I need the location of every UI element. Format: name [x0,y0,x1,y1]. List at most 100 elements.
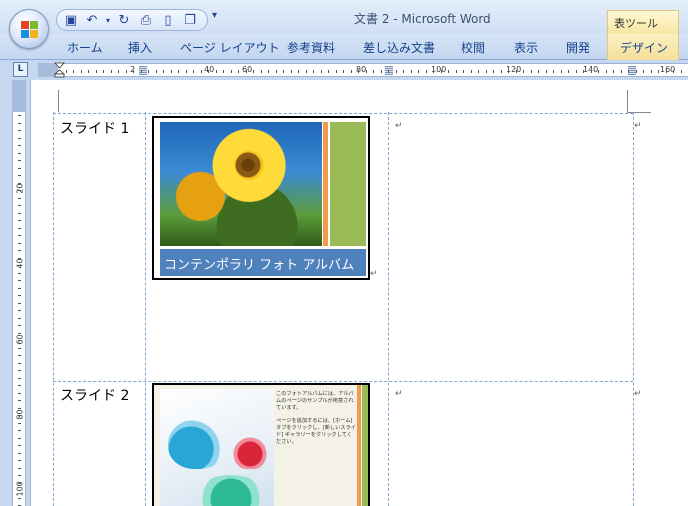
accent-stripe-orange [323,122,328,246]
tab-page-layout[interactable]: ページ レイアウト [180,39,280,56]
new-document-icon[interactable]: ▯ [159,12,177,30]
ruler-tick [18,123,21,124]
customize-qat-icon[interactable]: ▾ [212,10,217,21]
ruler-tick [418,70,419,73]
print-preview-icon[interactable]: ⎙ [137,12,155,30]
slide-label[interactable]: スライド 1 [60,118,129,138]
ruler-tick [18,160,21,161]
ruler-tick [261,70,262,73]
slide-label[interactable]: スライド 2 [60,385,129,405]
ruler-tick [18,138,21,139]
ruler-tick [636,70,637,73]
ruler-label: 40 [204,65,215,74]
green-flask [196,475,266,506]
ruler-tick [81,70,82,73]
ruler-tick [133,70,134,73]
tab-selector-button[interactable]: L [13,62,28,77]
save-icon[interactable]: ▣ [62,12,80,30]
ruler-tick [66,70,67,73]
ruler-tick [381,70,382,73]
table-gridline [145,112,146,506]
ruler-tick [583,70,584,73]
copy-icon[interactable]: ❐ [181,12,199,30]
sunflower-center [235,152,261,178]
ruler-tick [651,70,652,73]
slide-thumbnail-1[interactable]: コンテンポラリ フォト アルバム [152,116,370,280]
ruler-tick [276,70,277,73]
paragraph-mark-icon: ↵ [395,121,403,131]
ruler-tick [18,453,21,454]
indent-marker-icon[interactable] [54,62,65,78]
ruler-tick [18,265,21,266]
ruler-tick [606,70,607,73]
ruler-tick [201,70,202,73]
tab-home[interactable]: ホーム [67,39,103,56]
ruler-tick [18,273,21,274]
tab-mailings[interactable]: 差し込み文書 [363,39,435,56]
tab-view[interactable]: 表示 [514,39,538,56]
ruler-tick [193,70,194,73]
column-marker[interactable] [628,66,636,75]
ruler-tick [18,235,21,236]
ruler-tick [613,70,614,73]
ruler-tick [18,370,21,371]
ruler-tick [18,153,21,154]
ruler-tick [328,70,329,73]
tab-insert[interactable]: 挿入 [128,39,152,56]
ruler-tick [268,70,269,73]
ruler-tick [508,70,509,73]
office-button[interactable] [9,9,49,49]
ruler-tick [493,70,494,73]
ruler-tick [18,400,21,401]
ruler-tick [396,70,397,73]
ruler-tick [103,70,104,73]
column-marker[interactable] [385,66,393,75]
ruler-tick [18,115,21,116]
vertical-ruler[interactable] [12,80,26,506]
slide-text-line: このフォトアルバムには、アルバムのページのサンプルが用意されています。 [276,391,354,411]
ruler-tick [73,70,74,73]
title-bar: ▣ ↶ ▾ ↻ ⎙ ▯ ❐ ▾ 文書 2 - Microsoft Word [0,0,688,34]
ruler-tick [171,70,172,73]
table-gridline [633,112,634,506]
horizontal-ruler[interactable]: 2 40 60 80 100 120 140 160 [38,63,688,77]
ruler-tick [231,70,232,73]
ruler-tick [88,70,89,73]
ruler-tick [681,70,682,73]
ruler-tick [18,198,21,199]
ruler-tick [178,70,179,73]
ruler-tick [456,70,457,73]
ruler-tick [186,70,187,73]
accent-block-green [330,122,366,246]
ruler-tick [471,70,472,73]
table-gridline [53,112,54,506]
tab-references[interactable]: 参考資料 [287,39,335,56]
ruler-tick [18,183,21,184]
quick-access-toolbar: ▣ ↶ ▾ ↻ ⎙ ▯ ❐ [56,9,208,31]
ruler-tick [163,70,164,73]
slide-thumbnail-2[interactable]: このフォトアルバムには、アルバムのページのサンプルが用意されています。 ページを… [152,383,370,506]
ruler-tick [18,483,21,484]
tab-review[interactable]: 校閲 [461,39,485,56]
ruler-tick [18,258,21,259]
ruler-tick [18,460,21,461]
ruler-tick [18,280,21,281]
table-gridline [53,113,633,114]
ruler-tick [118,70,119,73]
accent-stripe-orange [357,385,361,506]
tab-design[interactable]: デザイン [620,39,668,56]
ruler-tick [18,498,21,499]
ruler-tick [216,70,217,73]
ruler-tick [18,438,21,439]
ruler-tick [351,70,352,73]
redo-icon[interactable]: ↻ [115,12,133,30]
ruler-tick [283,70,284,73]
row-end-mark-icon: ↵ [634,121,642,131]
ruler-tick [18,310,21,311]
tab-developer[interactable]: 開発 [566,39,590,56]
vertical-ruler-margin [12,80,26,112]
ruler-tick [18,168,21,169]
paragraph-mark-icon: ↵ [395,389,403,399]
ruler-tick [673,70,674,73]
slide-caption: コンテンポラリ フォト アルバム [164,258,355,273]
